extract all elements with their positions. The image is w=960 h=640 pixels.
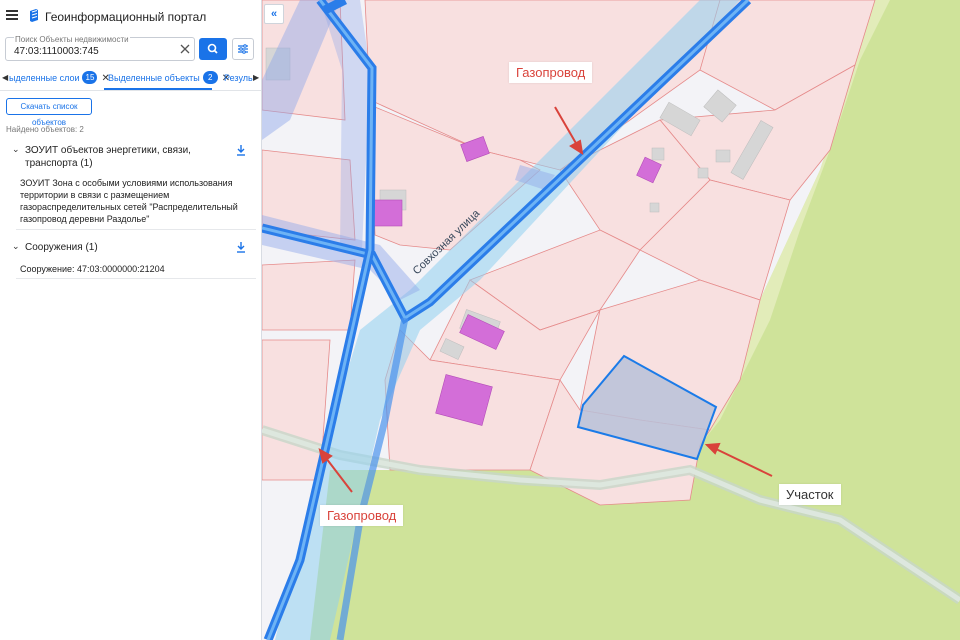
logo-icon xyxy=(30,9,38,22)
search-button[interactable] xyxy=(199,38,227,60)
tab-selected-layers-label: ыделенные слои xyxy=(9,73,80,83)
tab-selected-layers[interactable]: ыделенные слои 15 ✕ xyxy=(9,68,110,90)
map-view[interactable]: Совхозная улица Газопровод Газопровод Уч… xyxy=(262,0,960,640)
tabs-scroll-left-icon[interactable]: ◀ xyxy=(2,73,8,82)
app-title: Геоинформационный портал xyxy=(45,10,207,24)
tabs-scroll-right-icon[interactable]: ▶ xyxy=(253,73,259,82)
hamburger-icon[interactable] xyxy=(6,10,18,20)
search-icon xyxy=(207,43,218,54)
annotation-plot: Участок xyxy=(779,484,841,505)
search-label: Поиск Объекты недвижимости xyxy=(14,35,130,44)
group-title[interactable]: Сооружения (1) xyxy=(25,241,230,254)
search-input[interactable]: Поиск Объекты недвижимости 47:03:1110003… xyxy=(5,35,195,61)
list-item-text: Сооружение: 47:03:0000000:21204 xyxy=(20,264,165,274)
group-title[interactable]: ЗОУИТ объектов энергетики, связи, трансп… xyxy=(25,144,230,170)
chevron-down-icon[interactable]: ⌄ xyxy=(12,241,20,252)
list-item[interactable]: ЗОУИТ Зона с особыми условиями использов… xyxy=(16,173,256,230)
filter-button[interactable] xyxy=(232,38,254,60)
download-icon[interactable] xyxy=(236,144,246,156)
download-list-button[interactable]: Скачать список объектов xyxy=(6,98,92,127)
search-value[interactable]: 47:03:1110003:745 xyxy=(14,46,99,57)
tab-selected-objects-badge: 2 xyxy=(202,71,218,84)
annotation-pipeline-bottom: Газопровод xyxy=(320,505,404,526)
filter-icon xyxy=(238,44,248,54)
sidebar: Геоинформационный портал Поиск Объекты н… xyxy=(0,0,262,640)
list-item-text: ЗОУИТ Зона с особыми условиями использов… xyxy=(20,178,238,224)
annotation-pipeline-top: Газопровод xyxy=(509,62,593,83)
chevron-down-icon[interactable]: ⌄ xyxy=(12,144,20,155)
collapse-left-icon[interactable]: « xyxy=(264,4,284,24)
tab-selected-layers-badge: 15 xyxy=(82,71,98,84)
top-bar: Геоинформационный портал xyxy=(0,0,261,32)
found-count: Найдено объектов: 2 xyxy=(6,125,84,134)
download-icon[interactable] xyxy=(236,241,246,253)
tab-selected-objects-label: Выделенные объекты xyxy=(108,73,200,83)
tab-selected-objects[interactable]: Выделенные объекты 2 ✕ xyxy=(104,68,230,90)
close-icon[interactable] xyxy=(180,44,190,54)
tab-bar: ◀ ыделенные слои 15 ✕ Выделенные объекты 2 ✕… xyxy=(0,68,261,91)
list-item[interactable]: Сооружение: 47:03:0000000:21204 xyxy=(16,258,256,279)
tab-results-label: Резуль xyxy=(224,73,253,83)
tab-results[interactable]: Резуль xyxy=(224,68,253,90)
map-canvas[interactable]: Совхозная улица xyxy=(262,0,960,640)
